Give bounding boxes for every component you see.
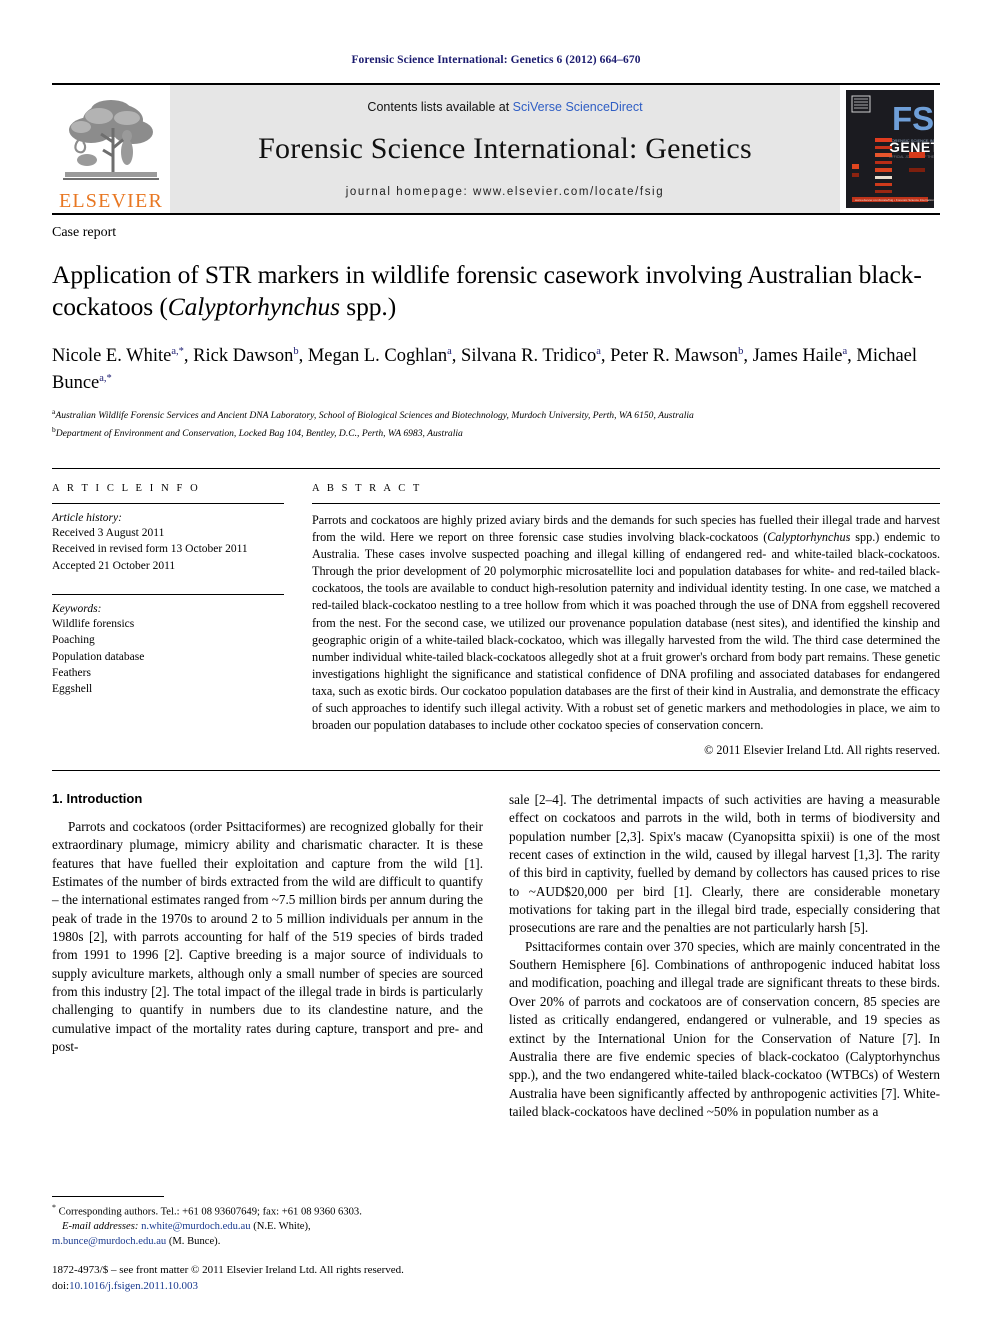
elsevier-tree-icon [61,94,161,190]
email-label: E-mail addresses: [62,1221,139,1233]
author-affil-mark: a [447,346,452,358]
keyword: Poaching [52,634,95,647]
journal-title: Forensic Science International: Genetics [258,132,752,165]
title-genus-italic: Calyptorhynchus [167,292,341,322]
author[interactable]: Peter R. Mawsonb [610,346,743,366]
imprint-block: 1872-4973/$ – see front matter © 2011 El… [52,1263,462,1295]
author-affil-mark: a [596,346,601,358]
article-history-item: Received in revised form 13 October 2011 [52,543,248,556]
abstract-bottom-rule [52,770,940,772]
affiliation: aAustralian Wildlife Forensic Services a… [52,406,940,424]
abstract-text: Parrots and cockatoos are highly prized … [312,512,940,734]
fsi-genetics-cover-icon: FSI GENETICS FORENSIC SCIENCE INTERNATIO… [846,90,934,208]
abstract-copyright: © 2011 Elsevier Ireland Ltd. All rights … [704,743,940,758]
article-page: Forensic Science International: Genetics… [0,0,992,1323]
author-affil-mark: b [293,346,299,358]
keyword: Feathers [52,667,91,679]
elsevier-logo: ELSEVIER [52,85,170,213]
section-heading-introduction: 1. Introduction [52,791,143,807]
body-left-column: 1. Introduction Parrots and cockatoos (o… [52,791,483,1121]
title-part-2: spp.) [340,292,397,322]
author[interactable]: James Hailea [753,346,848,366]
article-info-rule [52,503,284,505]
corresponding-text: Corresponding authors. Tel.: +61 08 9360… [58,1206,362,1218]
journal-masthead: ELSEVIER Contents lists available at Sci… [52,83,940,213]
keywords-block: Keywords: Wildlife forensics Poaching Po… [52,594,284,698]
abstract-rule [312,503,940,505]
article-history-item: Received 3 August 2011 [52,527,165,540]
email-link[interactable]: n.white@murdoch.edu.au [141,1221,251,1232]
corresponding-author-note: * Corresponding authors. Tel.: +61 08 93… [52,1202,462,1220]
keyword: Population database [52,650,145,663]
author[interactable]: Rick Dawsonb [193,346,298,366]
contents-available-line: Contents lists available at SciVerse Sci… [367,100,642,114]
email-note: m.bunce@murdoch.edu.au (M. Bunce). [52,1234,462,1249]
article-info-heading: A R T I C L E I N F O [52,483,201,495]
elsevier-wordmark: ELSEVIER [58,190,164,212]
paragraph: Parrots and cockatoos (order Psittacifor… [52,819,483,1055]
footnote-zone: * Corresponding authors. Tel.: +61 08 93… [52,1195,462,1296]
body-columns: 1. Introduction Parrots and cockatoos (o… [52,791,940,1121]
doi-line: doi:10.1016/j.fsigen.2011.10.003 [52,1279,462,1295]
info-abstract-block: A R T I C L E I N F O Article history: R… [52,468,940,758]
author-affil-mark: a,* [171,346,184,358]
article-history-label: Article history: [52,512,122,525]
journal-homepage[interactable]: journal homepage: www.elsevier.com/locat… [346,186,664,198]
author[interactable]: Silvana R. Tridicoa [461,346,601,366]
author-name: James Haile [752,346,843,367]
author-affil-mark: a [842,346,848,358]
keyword: Wildlife forensics [52,618,135,631]
author-name: Peter R. Mawson [610,346,739,367]
abstract-heading: A B S T R A C T [312,483,422,495]
body-right-column: sale [2–4]. The detrimental impacts of s… [509,791,940,1121]
email-note: E-mail addresses: n.white@murdoch.edu.au… [52,1219,462,1234]
asterisk-icon: * [52,1202,56,1212]
paragraph: Psittaciformes contain over 370 species,… [509,938,940,1119]
running-head: Forensic Science International: Genetics… [351,54,641,66]
author[interactable]: Megan L. Coghlana [308,346,452,366]
page-title: Application of STR markers in wildlife f… [52,259,940,323]
journal-cover-thumbnail: FSI GENETICS FORENSIC SCIENCE INTERNATIO… [840,85,940,213]
abstract-column: A B S T R A C T Parrots and cockatoos ar… [312,483,940,758]
footnote-rule [52,1195,164,1197]
keywords-label: Keywords: [52,603,102,616]
masthead-bottom-rule [52,213,940,215]
article-doctype: Case report [52,225,117,240]
email-link[interactable]: m.bunce@murdoch.edu.au [52,1236,166,1247]
doi-link[interactable]: 10.1016/j.fsigen.2011.10.003 [69,1280,198,1292]
paragraph: sale [2–4]. The detrimental impacts of s… [509,792,940,936]
svg-text:FORENSIC SCIENCE INTERNATIONAL: FORENSIC SCIENCE INTERNATIONAL [889,138,934,143]
affiliation-text: Australian Wildlife Forensic Services an… [55,410,694,422]
affiliation: bDepartment of Environment and Conservat… [52,424,940,442]
author-list: Nicole E. Whitea,*, Rick Dawsonb, Megan … [52,346,918,394]
masthead-center: Contents lists available at SciVerse Sci… [170,85,840,213]
author-name: Rick Dawson [193,346,294,367]
keyword: Eggshell [52,683,93,696]
keywords-rule [52,594,284,596]
author-affil-mark: a,* [99,372,112,384]
email-owner: (M. Bunce). [168,1236,221,1248]
doi-label: doi: [52,1280,70,1293]
abstract-part-2: spp.) endemic to Australia. These cases … [312,530,940,732]
article-info-column: A R T I C L E I N F O Article history: R… [52,483,284,758]
author-name: Silvana R. Tridico [461,346,597,367]
author-name: Nicole E. White [52,346,172,367]
svg-text:www.elsevier.com/locate/fsig •: www.elsevier.com/locate/fsig • Forensic … [855,198,934,202]
author-name: Megan L. Coghlan [307,346,448,367]
article-history-item: Accepted 21 October 2011 [52,559,176,572]
svg-text:FSI: FSI [892,100,934,137]
author-affil-mark: b [738,346,744,358]
author[interactable]: Nicole E. Whitea,* [52,346,184,366]
email-owner: (N.E. White), [253,1221,311,1233]
affiliation-text: Department of Environment and Conservati… [55,428,463,440]
sciencedirect-link[interactable]: SciVerse ScienceDirect [513,100,643,114]
contents-prefix: Contents lists available at [367,100,510,114]
abstract-genus-italic: Calyptorhynchus [767,530,851,545]
issn-line: 1872-4973/$ – see front matter © 2011 El… [52,1264,404,1277]
